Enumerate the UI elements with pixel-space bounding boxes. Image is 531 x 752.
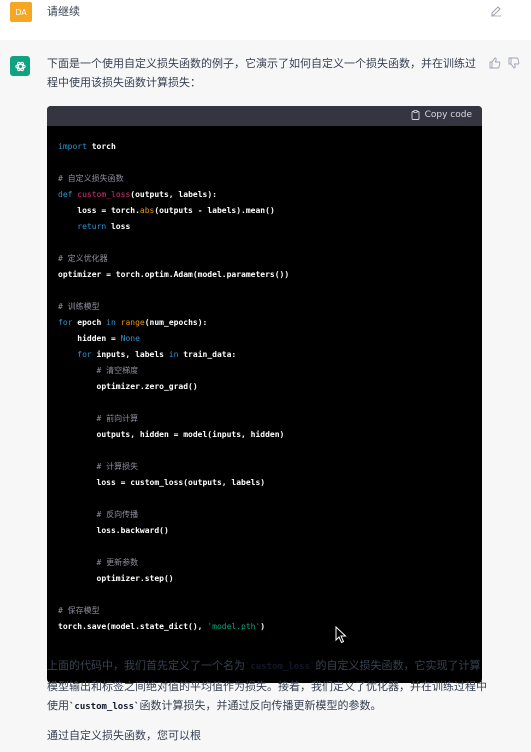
code-token: in: [106, 318, 116, 327]
openai-logo-icon: [10, 56, 30, 76]
code-token: # 定义优化器: [58, 254, 108, 263]
code-token: custom_loss: [77, 190, 131, 199]
code-token: abs: [139, 206, 155, 215]
code-token: # 计算损失: [96, 462, 139, 471]
code-token: def: [58, 190, 73, 199]
code-line: optimizer.zero_grad(): [58, 379, 289, 395]
assistant-explanation-text: 上面的代码中，我们首先定义了一个名为`custom_loss`的自定义损失函数，…: [47, 656, 487, 717]
code-line: hidden = None: [58, 331, 289, 347]
code-token: train_data:: [178, 350, 237, 359]
inline-code: `custom_loss`: [245, 662, 316, 672]
code-token: range: [120, 318, 145, 327]
code-token: torch.save(model.state_dict(),: [58, 622, 208, 631]
copy-code-label: Copy code: [424, 110, 472, 120]
code-line: loss = custom_loss(outputs, labels): [58, 475, 289, 491]
code-line: return loss: [58, 219, 289, 235]
code-token: loss = custom_loss(outputs, labels): [58, 478, 266, 487]
user-message-text: 请继续: [47, 5, 80, 18]
code-token: hidden =: [58, 334, 121, 343]
code-token: in: [168, 350, 179, 359]
assistant-intro-text: 下面是一个使用自定义损失函数的例子，它演示了如何自定义一个损失函数，并在训练过程…: [47, 57, 476, 89]
code-token: 'model.pth': [207, 622, 261, 631]
code-token: outputs, hidden = model(inputs, hidden): [58, 430, 285, 439]
code-token: for: [77, 350, 92, 359]
code-content: import torch # 自定义损失函数 def custom_loss(out…: [58, 139, 289, 635]
code-token: epoch: [72, 318, 107, 327]
code-token: (num_epochs):: [144, 318, 208, 327]
code-line: optimizer = torch.optim.Adam(model.param…: [58, 267, 289, 283]
code-token: # 清空梯度: [96, 366, 139, 375]
edit-icon[interactable]: [490, 5, 502, 17]
code-token: # 前向计算: [96, 414, 139, 423]
copy-code-button[interactable]: Copy code: [411, 110, 472, 120]
code-token: for: [58, 318, 73, 327]
code-line: # 自定义损失函数: [58, 171, 289, 187]
code-line: import torch: [58, 139, 289, 155]
code-token: optimizer.step(): [58, 574, 174, 583]
code-line: # 清空梯度: [58, 363, 289, 379]
clipboard-icon: [411, 110, 420, 120]
code-token: # 反向传播: [96, 510, 139, 519]
code-token: return: [77, 222, 107, 231]
code-block-header: Copy code: [47, 106, 482, 126]
inline-code: `custom_loss`: [69, 702, 140, 712]
code-token: # 更新参数: [96, 558, 139, 567]
code-line: # 前向计算: [58, 411, 289, 427]
avatar: DA: [10, 2, 32, 22]
code-line: loss.backward(): [58, 523, 289, 539]
assistant-message-row: 下面是一个使用自定义损失函数的例子，它演示了如何自定义一个损失函数，并在训练过程…: [0, 40, 531, 752]
code-token: # 保存模型: [58, 606, 100, 615]
code-line: loss = torch.abs(outputs - labels).mean(…: [58, 203, 289, 219]
code-line: # 保存模型: [58, 603, 289, 619]
paragraph-text: 函数计算损失，并通过反向传播更新模型的参数。: [139, 699, 382, 712]
code-token: (outputs - labels).mean(): [154, 206, 275, 215]
code-token: inputs, labels: [91, 350, 169, 359]
code-line: def custom_loss(outputs, labels):: [58, 187, 289, 203]
code-line: # 计算损失: [58, 459, 289, 475]
code-line: optimizer.step(): [58, 571, 289, 587]
mouse-cursor-icon: [335, 626, 347, 644]
code-token: optimizer.zero_grad(): [58, 382, 198, 391]
paragraph-text: 上面的代码中，我们首先定义了一个名为: [47, 659, 245, 672]
code-token: loss = torch.: [58, 206, 140, 215]
code-token: import: [58, 142, 87, 151]
code-token: optimizer = torch.optim.Adam(model.param…: [58, 270, 290, 279]
code-block: Copy code import torch # 自定义损失函数 def custo…: [47, 106, 482, 683]
user-message-row: DA 请继续: [0, 0, 531, 41]
code-token: # 自定义损失函数: [58, 174, 124, 183]
code-line: # 反向传播: [58, 507, 289, 523]
thumb-down-icon[interactable]: [508, 57, 520, 69]
code-line: for inputs, labels in train_data:: [58, 347, 289, 363]
code-line: # 定义优化器: [58, 251, 289, 267]
code-token: ): [260, 622, 266, 631]
code-line: # 训练模型: [58, 299, 289, 315]
code-token: None: [120, 334, 140, 343]
code-line: torch.save(model.state_dict(), 'model.pt…: [58, 619, 289, 635]
assistant-continuation-text: 通过自定义损失函数，您可以根: [47, 729, 201, 742]
code-token: (outputs, labels):: [130, 190, 217, 199]
code-token: # 训练模型: [58, 302, 100, 311]
code-line: # 更新参数: [58, 555, 289, 571]
code-token: loss.backward(): [58, 526, 169, 535]
code-line: outputs, hidden = model(inputs, hidden): [58, 427, 289, 443]
code-line: for epoch in range(num_epochs):: [58, 315, 289, 331]
code-token: loss: [106, 222, 131, 231]
thumb-up-icon[interactable]: [489, 57, 501, 69]
code-token: torch: [86, 142, 116, 151]
